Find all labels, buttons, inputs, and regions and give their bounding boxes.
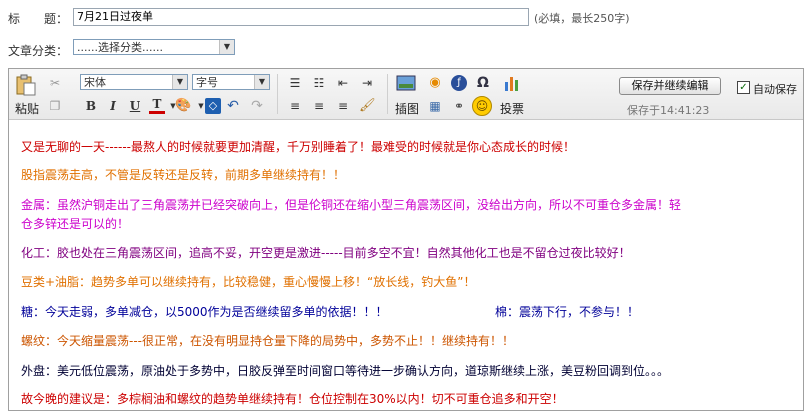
saved-time: 保存于14:41:23 xyxy=(627,104,710,117)
title-hint: (必填，最长250字) xyxy=(534,12,630,25)
autosave-checkbox[interactable]: ✓ xyxy=(737,81,750,94)
clear-format-icon[interactable]: ◇ xyxy=(205,98,221,114)
outdent-icon[interactable]: ⇤ xyxy=(335,75,351,91)
insert-image-label[interactable]: 插图 xyxy=(395,100,419,117)
paste-icon[interactable] xyxy=(15,74,37,96)
text-color-button[interactable]: T xyxy=(149,98,165,114)
unordered-list-icon[interactable]: ☷ xyxy=(311,75,327,91)
flash-icon[interactable]: ƒ xyxy=(451,75,467,91)
format-brush-icon[interactable]: 🖌 xyxy=(359,98,376,114)
media-icon[interactable]: ◉ xyxy=(427,75,443,91)
content-paragraph: 金属：虽然沪铜走出了三角震荡并已经突破向上，但是伦铜还在缩小型三角震荡区间，没给… xyxy=(21,198,682,212)
bold-button[interactable]: B xyxy=(83,98,99,114)
indent-icon[interactable]: ⇥ xyxy=(359,75,375,91)
font-size-select[interactable]: 字号 ▼ xyxy=(192,74,270,90)
content-paragraph: 棉：震荡下行，不参与！！ xyxy=(495,305,640,319)
chevron-down-icon: ▼ xyxy=(219,40,234,54)
content-paragraph: 仓多锌还是可以的！ xyxy=(21,217,130,231)
font-family-select[interactable]: 宋体 ▼ xyxy=(80,74,188,90)
italic-button[interactable]: I xyxy=(105,98,121,114)
emoticon-icon[interactable]: ☺ xyxy=(472,96,492,116)
image-icon[interactable] xyxy=(396,74,416,92)
cut-icon[interactable]: ✂ xyxy=(47,75,63,91)
font-size-value: 字号 xyxy=(196,76,218,89)
save-continue-button[interactable]: 保存并继续编辑 xyxy=(619,77,721,95)
copy-icon[interactable]: ❐ xyxy=(47,98,63,114)
content-paragraph: 糖：今天走弱，多单减仓，以5000作为是否继续留多单的依据！！！ xyxy=(21,305,388,319)
paste-label[interactable]: 粘贴 xyxy=(15,100,39,117)
font-family-value: 宋体 xyxy=(84,76,106,89)
align-center-icon[interactable]: ≡ xyxy=(311,98,327,114)
table-icon[interactable]: ▦ xyxy=(427,98,443,114)
align-left-icon[interactable]: ≡ xyxy=(287,98,303,114)
title-input[interactable]: 7月21日过夜单 xyxy=(73,8,529,26)
ordered-list-icon[interactable]: ☰ xyxy=(287,75,303,91)
content-paragraph: 豆类+油脂：趋势多单可以继续持有，比较稳健，重心慢慢上移！“放长线，钓大鱼”！ xyxy=(21,275,476,289)
category-select[interactable]: ......选择分类...... ▼ xyxy=(73,39,235,55)
chevron-down-icon: ▼ xyxy=(254,75,269,89)
chevron-down-icon: ▼ xyxy=(172,75,187,89)
omega-icon[interactable]: Ω xyxy=(475,75,491,91)
vote-label[interactable]: 投票 xyxy=(500,100,524,117)
vote-chart-icon[interactable] xyxy=(503,74,521,92)
content-paragraph: 外盘：美元低位震荡，原油处于多势中，日胶反弹至时间窗口等待进一步确认方向，道琼斯… xyxy=(21,364,670,378)
content-paragraph: 股指震荡走高，不管是反转还是反转，前期多单继续持有！！ xyxy=(21,168,346,182)
category-label: 文章分类： xyxy=(8,44,69,58)
rich-text-editor: 粘贴 ✂ ❐ 宋体 ▼ 字号 ▼ B I U T ▼ 🎨 ▼ ◇ ↶ ↷ ☰ ☷… xyxy=(8,68,804,411)
undo-icon[interactable]: ↶ xyxy=(225,98,241,114)
content-paragraph: 又是无聊的一天------最熬人的时候就要更加清醒，千万别睡着了！最难受的时候就… xyxy=(21,140,575,154)
category-select-value: ......选择分类...... xyxy=(77,41,163,54)
title-label: 标 题： xyxy=(8,12,69,26)
link-icon[interactable]: ⚭ xyxy=(451,98,467,114)
highlight-color-icon[interactable]: 🎨 xyxy=(175,98,191,114)
content-paragraph: 故今晚的建议是：多棕榈油和螺纹的趋势单继续持有！仓位控制在30%以内！切不可重仓… xyxy=(21,392,564,406)
underline-button[interactable]: U xyxy=(127,98,143,114)
content-paragraph: 化工：胶也处在三角震荡区间，追高不妥，开空更是激进-----目前多空不宜！自然其… xyxy=(21,246,631,260)
content-paragraph: 螺纹：今天缩量震荡---很正常，在没有明显持仓量下降的局势中，多势不止！！继续持… xyxy=(21,334,514,348)
editor-toolbar: 粘贴 ✂ ❐ 宋体 ▼ 字号 ▼ B I U T ▼ 🎨 ▼ ◇ ↶ ↷ ☰ ☷… xyxy=(9,69,803,120)
autosave-label[interactable]: 自动保存 xyxy=(753,81,797,97)
redo-icon[interactable]: ↷ xyxy=(249,98,265,114)
align-right-icon[interactable]: ≡ xyxy=(335,98,351,114)
